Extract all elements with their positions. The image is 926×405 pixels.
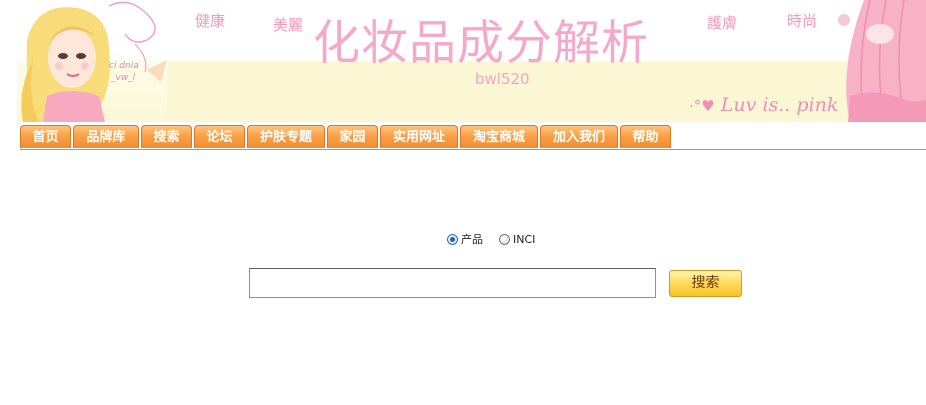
radio-label-inci: INCI — [513, 232, 536, 246]
nav-item-useful-links[interactable]: 实用网址 — [380, 125, 458, 148]
heart-icon: ·°♥ — [689, 97, 715, 115]
girl-illustration-right — [838, 0, 926, 122]
svg-text:ci dnia: ci dnia — [109, 61, 139, 71]
radio-option-inci[interactable]: INCI — [499, 233, 535, 246]
banner-decor-word: 時尚 — [787, 12, 818, 30]
nav-item-skincare-topics[interactable]: 护肤专题 — [247, 125, 325, 148]
search-input[interactable] — [249, 268, 656, 298]
slogan-word: pink — [796, 94, 839, 116]
banner-slogan: ·°♥ Luv is.. pink — [689, 94, 838, 116]
site-subtitle: bwl520 — [475, 70, 530, 88]
nav-item-forum[interactable]: 论坛 — [194, 125, 245, 148]
radio-option-product[interactable]: 产品 — [447, 231, 483, 247]
nav-item-home[interactable]: 首页 — [20, 125, 71, 148]
banner-decor-word: 健康 — [195, 12, 226, 30]
nav-item-taobao-mall[interactable]: 淘宝商城 — [460, 125, 538, 148]
header-banner: ci dnia _vw_l 健康 美麗 護膚 時尚 化妆品成分解析 bwl520… — [17, 0, 926, 122]
search-type-options: 产品 INCI — [447, 231, 535, 247]
nav-item-homeland[interactable]: 家园 — [327, 125, 378, 148]
slogan-prefix: Luv is.. — [720, 94, 791, 116]
radio-label-product: 产品 — [461, 233, 483, 246]
svg-text:_vw_l: _vw_l — [110, 73, 136, 83]
search-button[interactable]: 搜索 — [669, 270, 742, 297]
radio-button-unchecked[interactable] — [499, 233, 510, 245]
site-title: 化妆品成分解析 — [313, 16, 649, 71]
banner-decor-word: 美麗 — [273, 16, 304, 34]
banner-decor-word: 護膚 — [707, 14, 738, 32]
radio-button-checked[interactable] — [447, 233, 458, 245]
girl-illustration-left: ci dnia _vw_l — [21, 1, 167, 122]
main-nav: 首页 品牌库 搜索 论坛 护肤专题 家园 实用网址 淘宝商城 加入我们 帮助 — [20, 125, 926, 150]
nav-item-join-us[interactable]: 加入我们 — [540, 125, 618, 148]
nav-item-help[interactable]: 帮助 — [620, 125, 671, 148]
nav-item-search[interactable]: 搜索 — [141, 125, 192, 148]
nav-item-brands[interactable]: 品牌库 — [73, 125, 139, 148]
